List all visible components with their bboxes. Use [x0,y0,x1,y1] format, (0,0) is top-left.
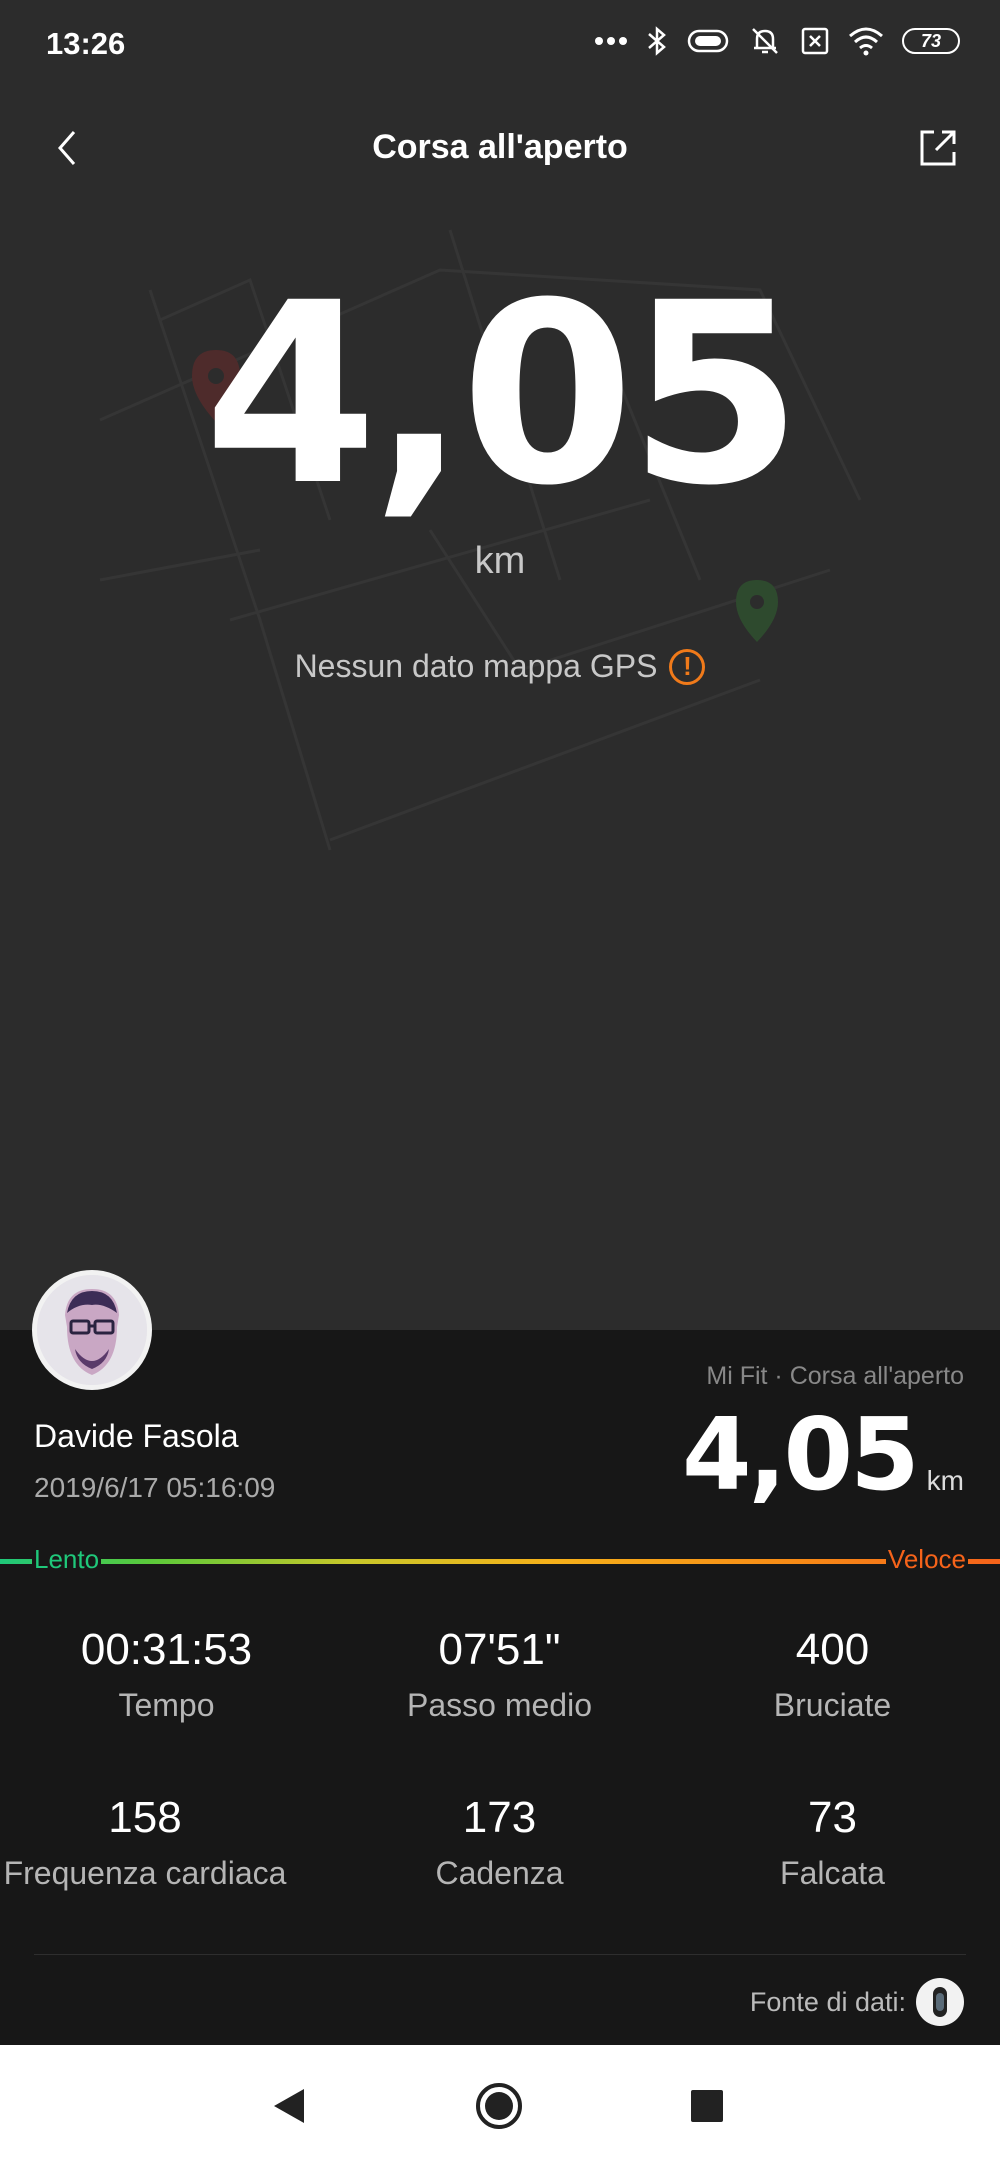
stat-passo-medio: 07'51" Passo medio [333,1625,666,1724]
stat-tempo: 00:31:53 Tempo [0,1625,333,1724]
stat-label: Falcata [780,1855,885,1891]
avatar-face-icon [37,1275,147,1385]
stat-bruciate: 400 Bruciate [666,1625,999,1724]
share-button[interactable] [914,124,962,172]
stat-value: 173 [462,1793,537,1842]
stat-falcata: 73 Falcata [666,1793,999,1892]
stat-label: Frequenza cardiaca [3,1855,287,1891]
stat-cadenza: 173 Cadenza [333,1793,666,1892]
more-notifications-icon [595,37,627,45]
speed-gradient-line [0,1559,1000,1564]
circle-home-icon [476,2083,522,2129]
speed-bar: Lento Veloce [0,1544,1000,1578]
gps-notice-text: Nessun dato mappa GPS [294,648,658,684]
header: Corsa all'aperto [0,100,1000,196]
gps-notice: Nessun dato mappa GPS ! [0,648,1000,685]
speed-slow-label: Lento [32,1544,102,1575]
status-time: 13:26 [46,26,126,61]
source-label: Mi Fit · Corsa all'aperto [706,1362,964,1390]
stat-value: 158 [108,1793,182,1842]
stat-label: Cadenza [435,1855,564,1891]
stat-value: 400 [795,1625,870,1674]
activity-date: 2019/6/17 05:16:09 [34,1472,276,1503]
bluetooth-icon [648,26,666,56]
stat-label: Tempo [118,1687,215,1723]
summary-distance: 4,05 km [682,1405,964,1505]
data-source[interactable]: Fonte di dati: [750,1978,964,2026]
user-name: Davide Fasola [34,1418,239,1454]
system-nav-bar [0,2045,1000,2167]
page-title: Corsa all'aperto [372,128,628,166]
divider [34,1954,966,1955]
data-source-label: Fonte di dati: [749,1986,906,2017]
distance-value: 4,05 [203,249,803,540]
square-recents-icon [691,2090,723,2122]
stat-label: Passo medio [407,1687,592,1723]
muted-bell-icon [752,28,778,54]
nav-recents-button[interactable] [682,2081,732,2131]
nav-home-button[interactable] [474,2081,524,2131]
summary-distance-value: 4,05 [681,1396,920,1513]
wifi-icon [849,27,883,56]
no-sim-icon [801,27,829,55]
stat-value: 00:31:53 [80,1625,253,1674]
status-icons: 73 [594,24,960,58]
distance-unit: km [474,540,526,582]
stat-value: 73 [808,1793,857,1842]
speed-fast-label: Veloce [885,1544,968,1575]
triangle-back-icon [274,2089,304,2123]
share-icon [920,130,956,166]
nav-back-button[interactable] [264,2081,314,2131]
battery-icon: 73 [902,28,960,54]
avatar [32,1270,152,1390]
warning-icon[interactable]: ! [669,648,706,685]
end-pin-icon [736,580,778,642]
stat-value: 07'51" [438,1625,561,1674]
vibrate-icon [687,29,729,53]
stat-frequenza-cardiaca: 158 Frequenza cardiaca [0,1793,290,1892]
stat-label: Bruciate [773,1687,892,1723]
summary-distance-unit: km [926,1465,964,1496]
band-device-icon [916,1978,964,2026]
status-bar: 13:26 73 [0,0,1000,90]
